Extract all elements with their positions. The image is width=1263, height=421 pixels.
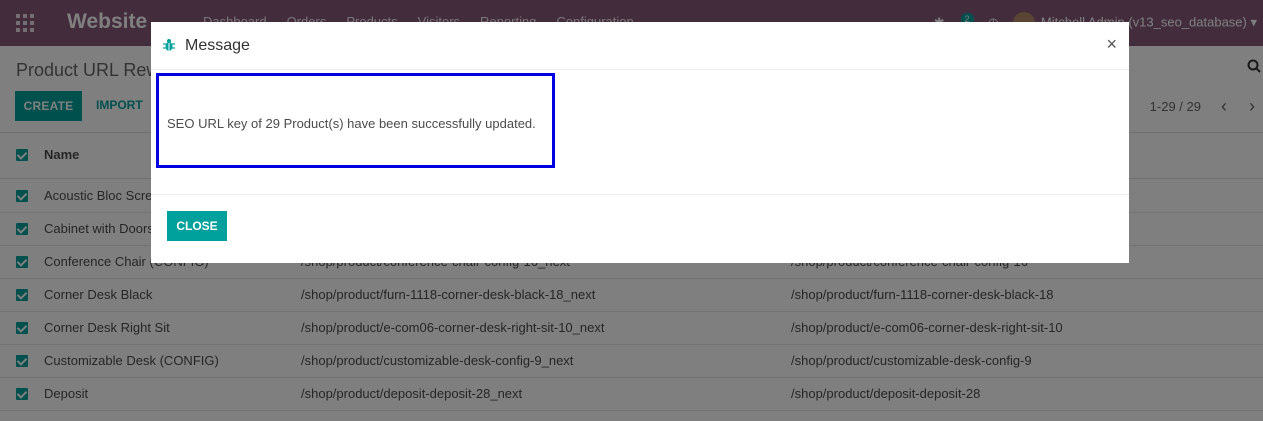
dialog-message: SEO URL key of 29 Product(s) have been s… bbox=[167, 116, 536, 131]
close-button[interactable]: CLOSE bbox=[167, 211, 227, 241]
bug-icon bbox=[163, 39, 175, 51]
dialog-title: Message bbox=[185, 37, 250, 54]
dialog-body: SEO URL key of 29 Product(s) have been s… bbox=[151, 70, 1129, 195]
message-dialog: Message × SEO URL key of 29 Product(s) h… bbox=[151, 22, 1129, 263]
close-icon[interactable]: × bbox=[1106, 34, 1117, 55]
dialog-header: Message × bbox=[151, 22, 1129, 70]
